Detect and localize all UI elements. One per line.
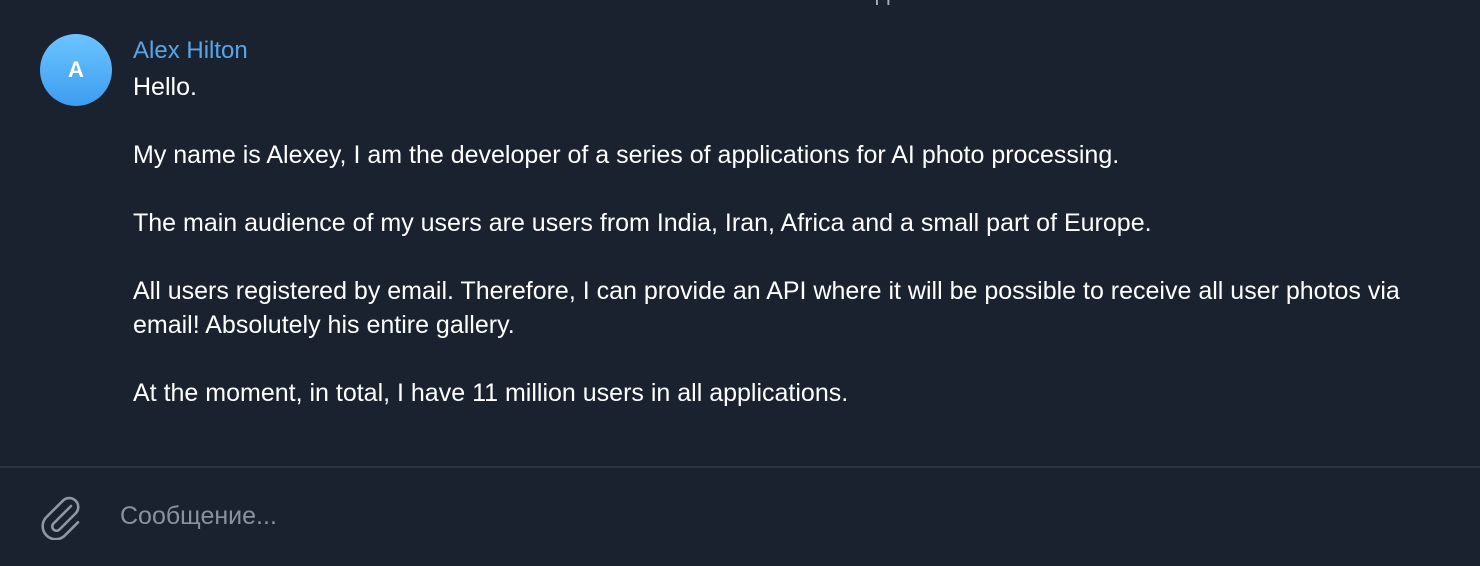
avatar[interactable]: A bbox=[40, 34, 112, 106]
message-composer bbox=[0, 466, 1480, 566]
message-paragraph: Hello. bbox=[133, 73, 197, 101]
avatar-letter: A bbox=[68, 57, 84, 82]
message-paragraph: At the moment, in total, I have 11 milli… bbox=[133, 379, 849, 407]
chat-area: Сегодня A Alex Hilton Hello. My name is … bbox=[0, 0, 1480, 466]
paperclip-icon[interactable] bbox=[36, 492, 84, 541]
message-paragraph: All users registered by email. Therefore… bbox=[133, 277, 1400, 339]
message: Alex Hilton Hello. My name is Alexey, I … bbox=[133, 36, 1423, 410]
message-paragraph: The main audience of my users are users … bbox=[133, 209, 1152, 237]
message-text: Hello. My name is Alexey, I am the devel… bbox=[133, 70, 1423, 410]
message-input[interactable] bbox=[120, 494, 1440, 538]
date-separator: Сегодня bbox=[0, 0, 1480, 8]
sender-name[interactable]: Alex Hilton bbox=[133, 36, 1423, 66]
message-paragraph: My name is Alexey, I am the developer of… bbox=[133, 141, 1120, 169]
